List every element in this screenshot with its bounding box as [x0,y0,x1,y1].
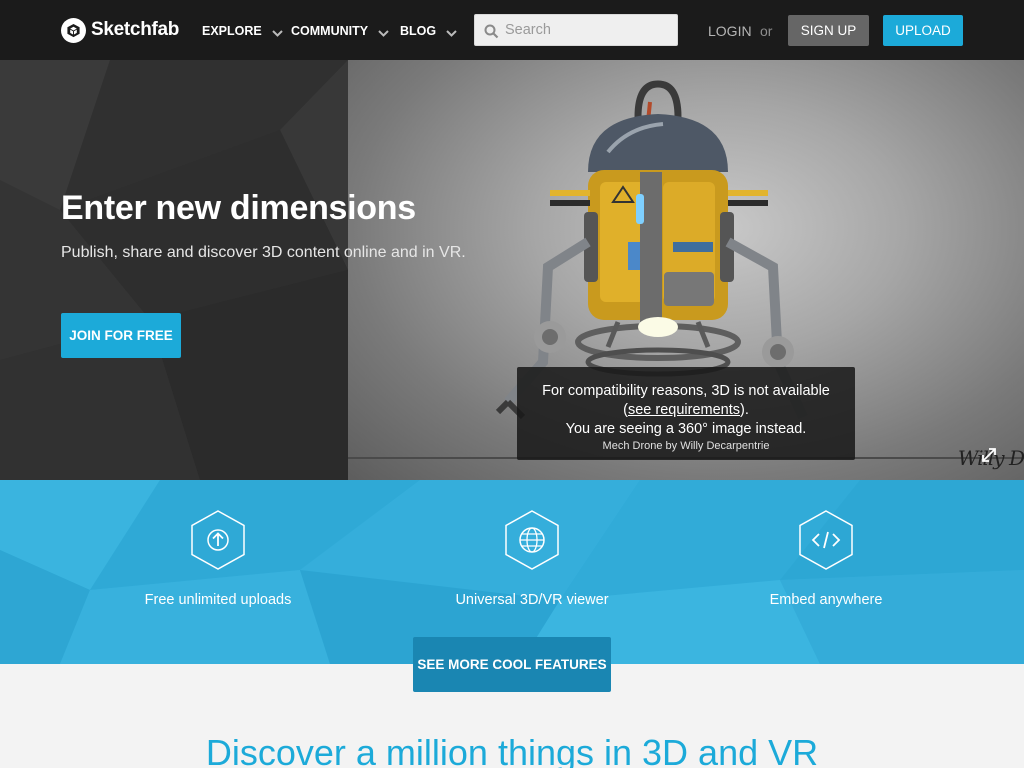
chevron-down-icon [378,29,389,37]
nav-menu-blog[interactable]: BLOG [400,24,457,38]
hero-title: Enter new dimensions [61,189,416,227]
nav-menu-explore[interactable]: EXPLORE [202,24,283,38]
discover-heading: Discover a million things in 3D and VR [205,732,819,768]
hero-subtitle: Publish, share and discover 3D content o… [61,244,466,261]
nav-menu-label: EXPLORE [202,24,262,38]
join-for-free-button[interactable]: JOIN FOR FREE [61,313,181,358]
feature-label: Embed anywhere [769,592,883,608]
logo-text: Sketchfab [91,19,180,40]
notice-line-2: (see requirements). [623,402,749,418]
hero-section: Willy D [0,60,1024,480]
or-separator: or [760,23,773,39]
model-credit: Mech Drone by Willy Decarpentrie [602,440,770,452]
feature-free-uploads: Free unlimited uploads [98,510,338,608]
upload-arrow-icon [191,510,245,570]
signup-button[interactable]: SIGN UP [788,15,869,46]
search-input[interactable] [505,22,675,38]
feature-label: Universal 3D/VR viewer [455,592,609,608]
search-icon [484,24,499,38]
top-navbar: Sketchfab EXPLORE COMMUNITY BLOG LOGIN o… [0,0,1024,60]
see-requirements-link[interactable]: see requirements [628,402,740,418]
feature-label: Free unlimited uploads [144,592,292,608]
nav-menu-label: BLOG [400,24,437,38]
search-box [474,14,678,46]
login-link[interactable]: LOGIN [708,23,752,39]
globe-icon [505,510,559,570]
upload-button[interactable]: UPLOAD [883,15,963,46]
feature-embed-anywhere: Embed anywhere [706,510,946,608]
code-icon [799,510,853,570]
feature-universal-viewer: Universal 3D/VR viewer [412,510,652,608]
hero-facet-background [0,60,348,480]
fullscreen-icon[interactable] [980,446,998,464]
compatibility-notice: For compatibility reasons, 3D is not ava… [517,367,855,460]
sketchfab-cube-icon [61,17,86,43]
sketchfab-logo[interactable]: Sketchfab [61,17,179,43]
notice-line-1: For compatibility reasons, 3D is not ava… [542,383,830,399]
chevron-down-icon [272,29,283,37]
chevron-down-icon [446,29,457,37]
see-more-features-button[interactable]: SEE MORE COOL FEATURES [413,637,611,692]
notice-line-3: You are seeing a 360° image instead. [565,421,807,437]
nav-menu-community[interactable]: COMMUNITY [291,24,389,38]
nav-menu-label: COMMUNITY [291,24,369,38]
